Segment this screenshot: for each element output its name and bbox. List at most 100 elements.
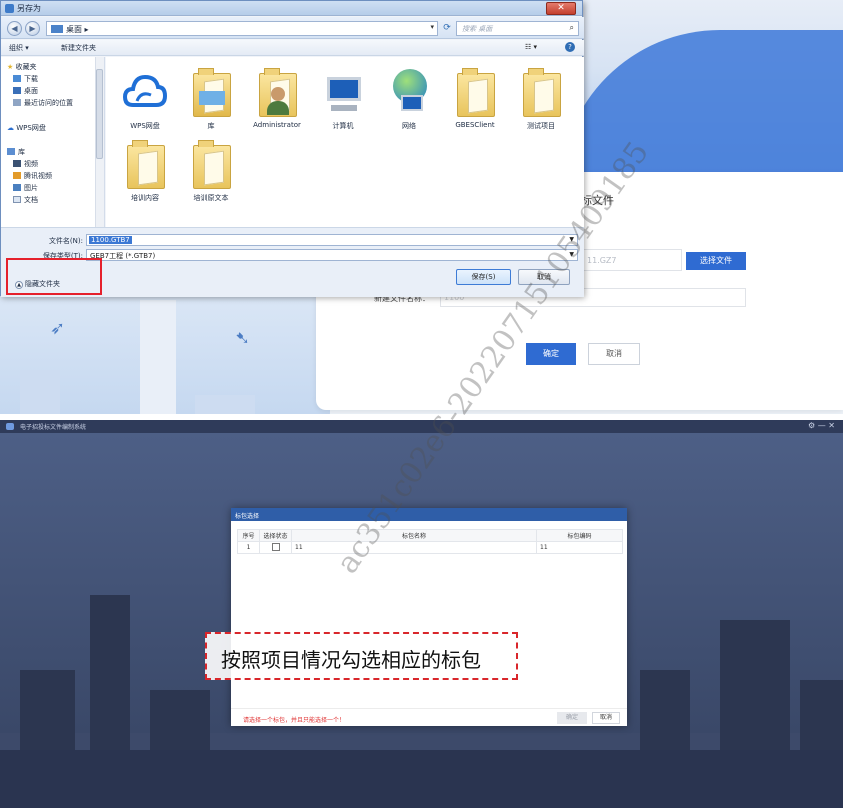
ok-button[interactable]: 确定 — [557, 712, 587, 724]
new-folder-button[interactable]: 新建文件夹 — [61, 43, 96, 53]
cloud-icon: ☁ — [7, 124, 14, 132]
window-controls[interactable]: ⚙ — ✕ — [808, 421, 835, 430]
file-item-wps-cloud[interactable]: WPS网盘 — [112, 65, 178, 131]
file-item-training[interactable]: 培训内容 — [112, 137, 178, 203]
help-icon[interactable]: ? — [565, 42, 575, 52]
nav-library[interactable]: 库 — [7, 147, 25, 157]
view-options-icon[interactable]: ☷ ▾ — [525, 43, 537, 51]
navigation-pane: ★ 收藏夹 下载 桌面 最近访问的位置 ☁ WPS网盘 库 视频 腾讯视频 图片… — [1, 57, 105, 227]
address-field[interactable]: 桌面 ▸ ▾ — [46, 21, 438, 36]
nav-recent[interactable]: 最近访问的位置 — [13, 98, 73, 108]
app-title: 电子招投标文件编制系统 — [20, 424, 87, 431]
instruction-text: 按照项目情况勾选相应的标包 — [221, 648, 481, 672]
nav-pictures[interactable]: 图片 — [13, 183, 38, 193]
table-header-row: 序号 选择状态 标包名称 标包编码 — [237, 529, 623, 542]
top-screenshot: ➶ ➷ 标文件 11.GZ7 选择文件 新建文件名称： 1100 确定 取消 另… — [0, 0, 843, 414]
instruction-annotation-box: 按照项目情况勾选相应的标包 — [205, 632, 518, 680]
download-icon — [13, 75, 21, 82]
checkbox[interactable] — [271, 542, 280, 551]
video-icon — [13, 160, 21, 167]
desktop-icon — [13, 87, 21, 94]
nav-tencent-video[interactable]: 腾讯视频 — [13, 171, 52, 181]
address-bar: ◀ ▶ 桌面 ▸ ▾ ⟳ 搜索 桌面 ⌕ — [1, 17, 584, 39]
folder-icon — [189, 137, 233, 189]
cloud-icon — [122, 65, 168, 117]
row-package-code: 11 — [536, 541, 623, 554]
folder-icon — [123, 137, 167, 189]
bird-icon: ➷ — [235, 328, 251, 349]
cancel-button[interactable]: 取消 — [588, 343, 640, 365]
confirm-button[interactable]: 确定 — [526, 343, 576, 365]
choose-file-button[interactable]: 选择文件 — [686, 252, 746, 270]
app-logo-icon — [6, 423, 14, 430]
close-icon[interactable]: ✕ — [546, 2, 576, 15]
file-item-administrator[interactable]: Administrator — [244, 65, 310, 129]
bird-icon: ➶ — [50, 318, 66, 339]
nav-videos[interactable]: 视频 — [13, 159, 38, 169]
tower-shape — [140, 300, 176, 414]
search-placeholder: 搜索 桌面 — [462, 25, 493, 33]
filename-label: 文件名(N): — [48, 237, 83, 245]
modal-title: 标包选择 — [231, 508, 627, 521]
organize-menu[interactable]: 组织 ▾ — [9, 43, 29, 53]
building-shape — [20, 370, 60, 414]
back-icon[interactable]: ◀ — [7, 21, 22, 36]
search-icon[interactable]: ⌕ — [570, 23, 574, 33]
file-item-training-text[interactable]: 培训原文本 — [178, 137, 244, 203]
dialog-title: 另存为 — [17, 4, 41, 13]
warning-text: 请选择一个标包，并且只能选择一个！ — [243, 717, 346, 724]
column-header: 序号 — [237, 529, 260, 542]
filetype-select[interactable]: GEB7工程 (*.GTB7) ▼ — [86, 249, 578, 261]
chevron-down-icon[interactable]: ▾ — [430, 23, 434, 31]
row-package-name: 11 — [291, 541, 537, 554]
file-item-gbesclient[interactable]: GBESClient — [442, 65, 508, 129]
address-text: 桌面 — [66, 25, 82, 34]
nav-wps-cloud[interactable]: ☁ WPS网盘 — [7, 123, 46, 133]
nav-scrollbar[interactable] — [95, 57, 104, 227]
library-folder-icon — [189, 65, 233, 117]
network-icon — [387, 65, 431, 117]
nav-downloads[interactable]: 下载 — [13, 74, 38, 84]
nav-documents[interactable]: 文档 — [13, 195, 38, 205]
file-item-library[interactable]: 库 — [178, 65, 244, 131]
nav-desktop[interactable]: 桌面 — [13, 86, 38, 96]
picture-icon — [13, 184, 21, 191]
file-item-test-project[interactable]: 测试项目 — [508, 65, 574, 131]
screenshot-root: ➶ ➷ 标文件 11.GZ7 选择文件 新建文件名称： 1100 确定 取消 另… — [0, 0, 843, 808]
dialog-titlebar: 另存为 ✕ — [1, 1, 582, 16]
chevron-down-icon[interactable]: ▼ — [569, 251, 574, 258]
file-item-network[interactable]: 网络 — [376, 65, 442, 131]
background-city-illustration: ➶ ➷ — [0, 290, 330, 414]
modal-footer: 请选择一个标包，并且只能选择一个！ 确定 取消 — [231, 708, 627, 726]
refresh-icon[interactable]: ⟳ — [441, 21, 453, 36]
package-select-modal: 标包选择 序号 选择状态 标包名称 标包编码 1 11 11 请选择一个标包，并… — [231, 508, 627, 726]
column-header: 标包编码 — [536, 529, 623, 542]
nav-favorites[interactable]: ★ 收藏夹 — [7, 62, 37, 72]
filename-input[interactable]: 1100.GTB7 ▼ — [86, 234, 578, 246]
recent-icon — [13, 99, 21, 106]
cancel-button[interactable]: 取消 — [592, 712, 620, 724]
file-item-computer[interactable]: 计算机 — [310, 65, 376, 131]
file-list: WPS网盘 库 Administrator 计算机 网络 GBESClient … — [106, 57, 584, 227]
background-ground — [0, 750, 843, 808]
table-row[interactable]: 1 11 11 — [237, 541, 623, 554]
dialog-app-icon — [5, 4, 14, 13]
forward-icon[interactable]: ▶ — [25, 21, 40, 36]
chevron-down-icon[interactable]: ▼ — [569, 236, 574, 243]
column-header: 标包名称 — [291, 529, 537, 542]
cancel-button[interactable]: 取消 — [518, 269, 570, 285]
library-icon — [7, 148, 15, 155]
user-folder-icon — [255, 65, 299, 117]
computer-icon — [321, 65, 365, 117]
search-input[interactable]: 搜索 桌面 ⌕ — [456, 21, 579, 36]
document-icon — [13, 196, 21, 203]
folder-icon — [519, 65, 563, 117]
scrollbar-thumb[interactable] — [96, 69, 103, 159]
building-shape — [195, 395, 255, 414]
file-path-field[interactable]: 11.GZ7 — [582, 249, 682, 271]
star-icon: ★ — [7, 63, 14, 71]
save-button[interactable]: 保存(S) — [456, 269, 511, 285]
row-select-cell[interactable] — [259, 541, 292, 554]
filename-value: 1100.GTB7 — [89, 236, 132, 244]
panel-title: 标文件 — [581, 194, 614, 207]
